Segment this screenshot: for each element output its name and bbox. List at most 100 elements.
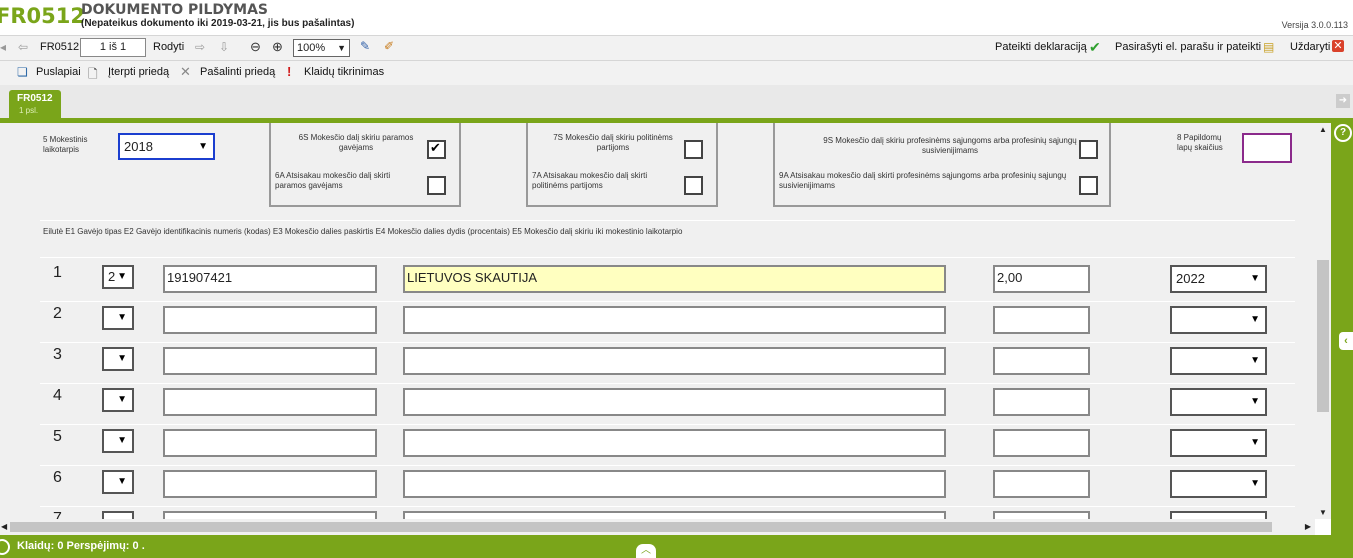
group-7: 7S Mokesčio dalį skiriu politinėms parti…	[526, 123, 718, 207]
submit-declaration-button[interactable]: Pateikti deklaraciją	[995, 41, 1087, 53]
remove-attachment-button[interactable]: Pašalinti priedą	[200, 66, 275, 78]
close-button[interactable]: Uždaryti	[1290, 41, 1330, 53]
recipient-id-input[interactable]	[163, 347, 377, 375]
year-select[interactable]: ▼	[1170, 470, 1267, 498]
purpose-input[interactable]	[403, 511, 946, 519]
recipient-id-input[interactable]	[163, 511, 377, 519]
scroll-up-icon[interactable]: ▲	[1319, 125, 1327, 134]
recipient-id-input[interactable]	[163, 388, 377, 416]
insert-attachment-button[interactable]: Įterpti priedą	[108, 66, 169, 78]
row-divider	[40, 342, 1295, 343]
percentage-input[interactable]	[993, 347, 1090, 375]
recipient-id-input[interactable]: 191907421	[163, 265, 377, 293]
year-select[interactable]: 2022 ▼	[1170, 265, 1267, 293]
row-number: 1	[53, 264, 62, 281]
row-number: 7	[53, 510, 62, 519]
recipient-type-select[interactable]: ▼	[102, 511, 134, 519]
row-number: 3	[53, 346, 62, 363]
checkbox-9a[interactable]	[1079, 176, 1098, 195]
purpose-input[interactable]	[403, 429, 946, 457]
purpose-input[interactable]	[403, 388, 946, 416]
chevron-down-icon: ▼	[117, 271, 127, 282]
edit-icon[interactable]: ✎	[360, 39, 370, 53]
arrow-right-icon[interactable]: ➜	[1336, 94, 1350, 108]
zoom-in-icon[interactable]: ⊕	[272, 39, 283, 55]
prev-page-icon[interactable]: ⇦	[18, 40, 28, 54]
percentage-input[interactable]	[993, 470, 1090, 498]
recipient-type-select[interactable]: ▼	[102, 429, 134, 453]
checkbox-7s[interactable]	[684, 140, 703, 159]
checkmark-icon: ✔	[430, 140, 441, 155]
chevron-down-icon: ▼	[1250, 314, 1260, 325]
recipient-id-input[interactable]	[163, 470, 377, 498]
zoom-select[interactable]: 100% ▼	[293, 39, 350, 57]
scroll-down-icon[interactable]: ▼	[1319, 508, 1327, 517]
g7a-label: 7A Atsisakau mokesčio dalį skirti politi…	[532, 171, 648, 190]
chevron-down-icon: ▼	[1250, 437, 1260, 448]
first-page-icon[interactable]: ◂	[0, 40, 6, 54]
sign-submit-button[interactable]: Pasirašyti el. parašu ir pateikti	[1115, 41, 1261, 53]
percentage-input[interactable]	[993, 388, 1090, 416]
show-button[interactable]: Rodyti	[153, 41, 184, 53]
page-title: DOKUMENTO PILDYMAS	[81, 2, 269, 18]
row-divider	[40, 465, 1295, 466]
recipient-type-select[interactable]: ▼	[102, 470, 134, 494]
year-select[interactable]: ▼	[1170, 429, 1267, 457]
scroll-right-icon[interactable]: ▶	[1305, 522, 1311, 531]
close-icon[interactable]: ✕	[1332, 40, 1344, 52]
chevron-left-icon[interactable]: ‹	[1339, 332, 1353, 350]
period-select[interactable]: 2018 ▼	[118, 133, 215, 160]
page-subtitle: (Nepateikus dokumento iki 2019-03-21, ji…	[81, 18, 355, 29]
form-edit-icon[interactable]: ✐	[384, 39, 394, 53]
percentage-input[interactable]: 2,00	[993, 265, 1090, 293]
tab-fr0512[interactable]: FR0512 1 psl.	[9, 90, 61, 118]
horizontal-scroll-thumb[interactable]	[10, 522, 1272, 532]
last-page-icon[interactable]: ⇩	[219, 40, 229, 54]
recipient-id-input[interactable]	[163, 306, 377, 334]
purpose-input[interactable]	[403, 470, 946, 498]
zoom-value: 100%	[297, 42, 326, 54]
percentage-input[interactable]	[993, 306, 1090, 334]
row-number: 2	[53, 305, 62, 322]
version-label: Versija 3.0.0.113	[1281, 20, 1348, 30]
checkmark-icon: ✔	[1089, 39, 1101, 55]
year-value: 2022	[1176, 271, 1205, 286]
next-page-icon[interactable]: ⇨	[195, 40, 205, 54]
recipient-type-select[interactable]: 2 ▼	[102, 265, 134, 289]
error-check-button[interactable]: Klaidų tikrinimas	[304, 66, 384, 78]
checkbox-6s[interactable]: ✔	[427, 140, 446, 159]
id-card-icon: ▤	[1263, 40, 1275, 54]
purpose-input[interactable]: LIETUVOS SKAUTIJA	[403, 265, 946, 293]
tab-label: FR0512	[17, 93, 53, 104]
checkbox-6a[interactable]	[427, 176, 446, 195]
year-select[interactable]: ▼	[1170, 347, 1267, 375]
year-select[interactable]: ▼	[1170, 306, 1267, 334]
page-input[interactable]: 1 iš 1	[80, 38, 146, 57]
checkbox-9s[interactable]	[1079, 140, 1098, 159]
year-select[interactable]: ▼	[1170, 511, 1267, 519]
pages-button[interactable]: Puslapiai	[36, 66, 81, 78]
status-text: Klaidų: 0 Perspėjimų: 0 .	[17, 540, 145, 552]
pages-count-input[interactable]	[1242, 133, 1292, 163]
checkbox-7a[interactable]	[684, 176, 703, 195]
recipient-type-select[interactable]: ▼	[102, 388, 134, 412]
chevron-down-icon: ▼	[1250, 273, 1260, 284]
scroll-left-icon[interactable]: ◀	[1, 522, 7, 531]
zoom-out-icon[interactable]: ⊖	[250, 39, 261, 55]
row-divider	[40, 424, 1295, 425]
document-toolbar: ▪ ❏ Puslapiai 🗋 Įterpti priedą ✕ Pašalin…	[0, 60, 1353, 86]
chevron-down-icon: ▼	[1250, 396, 1260, 407]
form-area: 5 Mokestinis laikotarpis 2018 ▼ 6S Mokesč…	[0, 123, 1315, 519]
purpose-input[interactable]	[403, 306, 946, 334]
recipient-type-select[interactable]: ▼	[102, 347, 134, 371]
chevron-up-icon[interactable]: ︿	[636, 544, 656, 558]
year-select[interactable]: ▼	[1170, 388, 1267, 416]
percentage-input[interactable]	[993, 511, 1090, 519]
purpose-input[interactable]	[403, 347, 946, 375]
tab-sublabel: 1 psl.	[19, 106, 39, 115]
percentage-input[interactable]	[993, 429, 1090, 457]
recipient-id-input[interactable]	[163, 429, 377, 457]
vertical-scroll-thumb[interactable]	[1317, 260, 1329, 412]
help-icon[interactable]: ?	[1334, 124, 1352, 142]
recipient-type-select[interactable]: ▼	[102, 306, 134, 330]
